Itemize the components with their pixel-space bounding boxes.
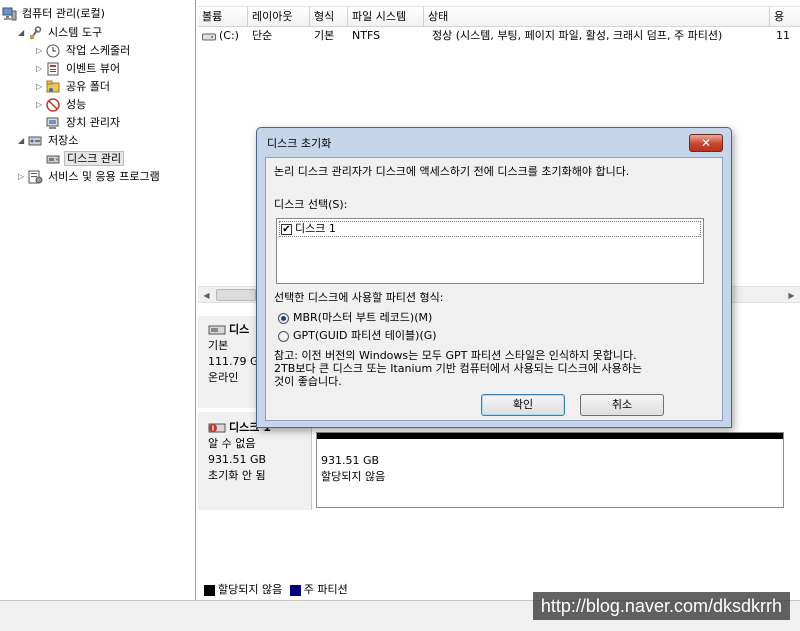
- tree-item-device-manager[interactable]: 장치 관리자: [46, 114, 122, 132]
- navigation-tree: 컴퓨터 관리(로컬) ◢ 시스템 도구 ▷ 작업 스케줄러 ▷ 이벤트 뷰어 ▷…: [0, 0, 196, 600]
- services-icon: [28, 170, 43, 184]
- storage-icon: [28, 134, 43, 148]
- tree-item-services-apps[interactable]: ▷ 서비스 및 응용 프로그램: [18, 168, 162, 186]
- expand-arrow-icon[interactable]: ▷: [36, 78, 46, 96]
- gpt-label: GPT(GUID 파티션 테이블)(G): [293, 329, 437, 342]
- collapse-arrow-icon[interactable]: ◢: [18, 24, 28, 42]
- tree-label-root: 컴퓨터 관리(로컬): [22, 7, 105, 20]
- disk-checkbox[interactable]: ✔: [281, 223, 292, 235]
- drive-icon: [202, 31, 216, 41]
- disk1-state: 초기화 안 됨: [208, 469, 266, 482]
- close-icon[interactable]: ✕: [689, 134, 723, 152]
- legend-label-primary: 주 파티션: [303, 583, 348, 596]
- computer-management-icon: [2, 7, 17, 21]
- dialog-message: 논리 디스크 관리자가 디스크에 액세스하기 전에 디스크를 초기화해야 합니다…: [274, 165, 630, 178]
- disk-error-icon: [208, 422, 226, 434]
- column-header-file-system[interactable]: 파일 시스템: [348, 7, 424, 27]
- tree-label-disk-management: 디스크 관리: [64, 151, 125, 166]
- disk0-title: 디스: [208, 322, 249, 338]
- file-system-cell: NTFS: [352, 29, 381, 42]
- disk-select-label: 디스크 선택(S):: [274, 198, 348, 211]
- tree-item-shared-folders[interactable]: ▷ 공유 폴더: [36, 78, 112, 96]
- note-line-1: 참고: 이전 버전의 Windows는 모두 GPT 파티션 스타일은 인식하지…: [274, 349, 637, 362]
- dialog-body: 논리 디스크 관리자가 디스크에 액세스하기 전에 디스크를 초기화해야 합니다…: [265, 157, 723, 421]
- mbr-radio[interactable]: [278, 312, 289, 324]
- note-line-2: 2TB보다 큰 디스크 또는 Itanium 기반 컴퓨터에서 사용되는 디스크…: [274, 362, 642, 375]
- legend: 할당되지 않음 주 파티션: [204, 582, 348, 598]
- watermark: http://blog.naver.com/dksdkrrh: [532, 592, 790, 620]
- partition-size: 931.51 GB: [321, 454, 380, 467]
- tree-item-event-viewer[interactable]: ▷ 이벤트 뷰어: [36, 60, 122, 78]
- legend-swatch-primary: [289, 584, 301, 596]
- column-header-type[interactable]: 형식: [310, 7, 348, 27]
- scroll-thumb[interactable]: [216, 289, 256, 301]
- mbr-option[interactable]: MBR(마스터 부트 레코드)(M): [278, 310, 432, 326]
- column-header-status[interactable]: 상태: [424, 7, 770, 27]
- column-header-layout[interactable]: 레이아웃: [248, 7, 310, 27]
- tree-label-performance: 성능: [66, 98, 87, 111]
- gpt-option[interactable]: GPT(GUID 파티션 테이블)(G): [278, 328, 437, 344]
- collapse-arrow-icon[interactable]: ◢: [18, 132, 28, 150]
- layout-cell: 단순: [252, 29, 273, 42]
- volume-cell: (C:): [202, 28, 239, 44]
- tree-item-computer-management[interactable]: 컴퓨터 관리(로컬): [2, 5, 107, 23]
- gpt-radio[interactable]: [278, 330, 289, 342]
- tree-item-storage[interactable]: ◢ 저장소: [18, 132, 80, 150]
- column-header-volume[interactable]: 볼륨: [198, 7, 248, 27]
- disk1-unallocated-partition[interactable]: 931.51 GB 할당되지 않음: [316, 432, 784, 508]
- tree-item-system-tools[interactable]: ◢ 시스템 도구: [18, 24, 104, 42]
- volume-list-header: 볼륨 레이아웃 형식 파일 시스템 상태 용: [198, 6, 800, 27]
- disk1-type: 알 수 없음: [208, 437, 256, 450]
- cancel-button[interactable]: 취소: [580, 394, 664, 416]
- partition-style-label: 선택한 디스크에 사용할 파티션 형식:: [274, 291, 444, 304]
- disk0-type: 기본: [208, 339, 229, 352]
- disk0-size: 111.79 G: [208, 355, 259, 368]
- disk-list[interactable]: ✔ 디스크 1: [276, 218, 704, 284]
- tree-item-performance[interactable]: ▷ 성능: [36, 96, 88, 114]
- dialog-title: 디스크 초기화: [267, 137, 332, 150]
- legend-swatch-unallocated: [204, 584, 215, 596]
- note-line-3: 것이 좋습니다.: [274, 375, 342, 388]
- expand-arrow-icon[interactable]: ▷: [36, 96, 46, 114]
- tree-label-system-tools: 시스템 도구: [48, 26, 103, 39]
- tree-label-task-scheduler: 작업 스케줄러: [66, 44, 131, 57]
- capacity-cell: 11: [776, 29, 790, 42]
- disk-list-item[interactable]: ✔ 디스크 1: [279, 221, 701, 237]
- disk-icon: [208, 324, 226, 336]
- ok-button[interactable]: 확인: [481, 394, 565, 416]
- legend-label-unallocated: 할당되지 않음: [218, 583, 283, 596]
- event-viewer-icon: [46, 62, 61, 76]
- disk-management-icon: [46, 152, 61, 166]
- tree-label-device-manager: 장치 관리자: [66, 116, 121, 129]
- tree-label-services-apps: 서비스 및 응용 프로그램: [48, 170, 160, 183]
- column-header-capacity[interactable]: 용: [770, 7, 800, 27]
- performance-icon: [46, 98, 61, 112]
- shared-folder-icon: [46, 80, 61, 94]
- partition-state: 할당되지 않음: [321, 470, 386, 483]
- disk0-state: 온라인: [208, 371, 239, 384]
- tree-label-shared-folders: 공유 폴더: [66, 80, 110, 93]
- tree-item-task-scheduler[interactable]: ▷ 작업 스케줄러: [36, 42, 132, 60]
- volume-name: (C:): [219, 29, 239, 42]
- expand-arrow-icon[interactable]: ▷: [36, 42, 46, 60]
- unallocated-bar: [317, 433, 783, 439]
- disk1-size: 931.51 GB: [208, 453, 267, 466]
- status-cell: 정상 (시스템, 부팅, 페이지 파일, 활성, 크래시 덤프, 주 파티션): [432, 29, 723, 42]
- disk-item-label: 디스크 1: [295, 222, 336, 235]
- scroll-left-icon[interactable]: ◀: [198, 287, 215, 304]
- scroll-right-icon[interactable]: ▶: [783, 287, 800, 304]
- tree-label-event-viewer: 이벤트 뷰어: [66, 62, 121, 75]
- disk0-name: 디스: [229, 323, 250, 336]
- tree-label-storage: 저장소: [48, 134, 79, 147]
- device-manager-icon: [46, 116, 61, 130]
- type-cell: 기본: [314, 29, 335, 42]
- system-tools-icon: [28, 26, 43, 40]
- clock-icon: [46, 44, 61, 58]
- tree-item-disk-management[interactable]: 디스크 관리: [46, 150, 125, 168]
- initialize-disk-dialog: 디스크 초기화 ✕ 논리 디스크 관리자가 디스크에 액세스하기 전에 디스크를…: [256, 127, 732, 428]
- expand-arrow-icon[interactable]: ▷: [18, 168, 28, 186]
- expand-arrow-icon[interactable]: ▷: [36, 60, 46, 78]
- mbr-label: MBR(마스터 부트 레코드)(M): [293, 311, 433, 324]
